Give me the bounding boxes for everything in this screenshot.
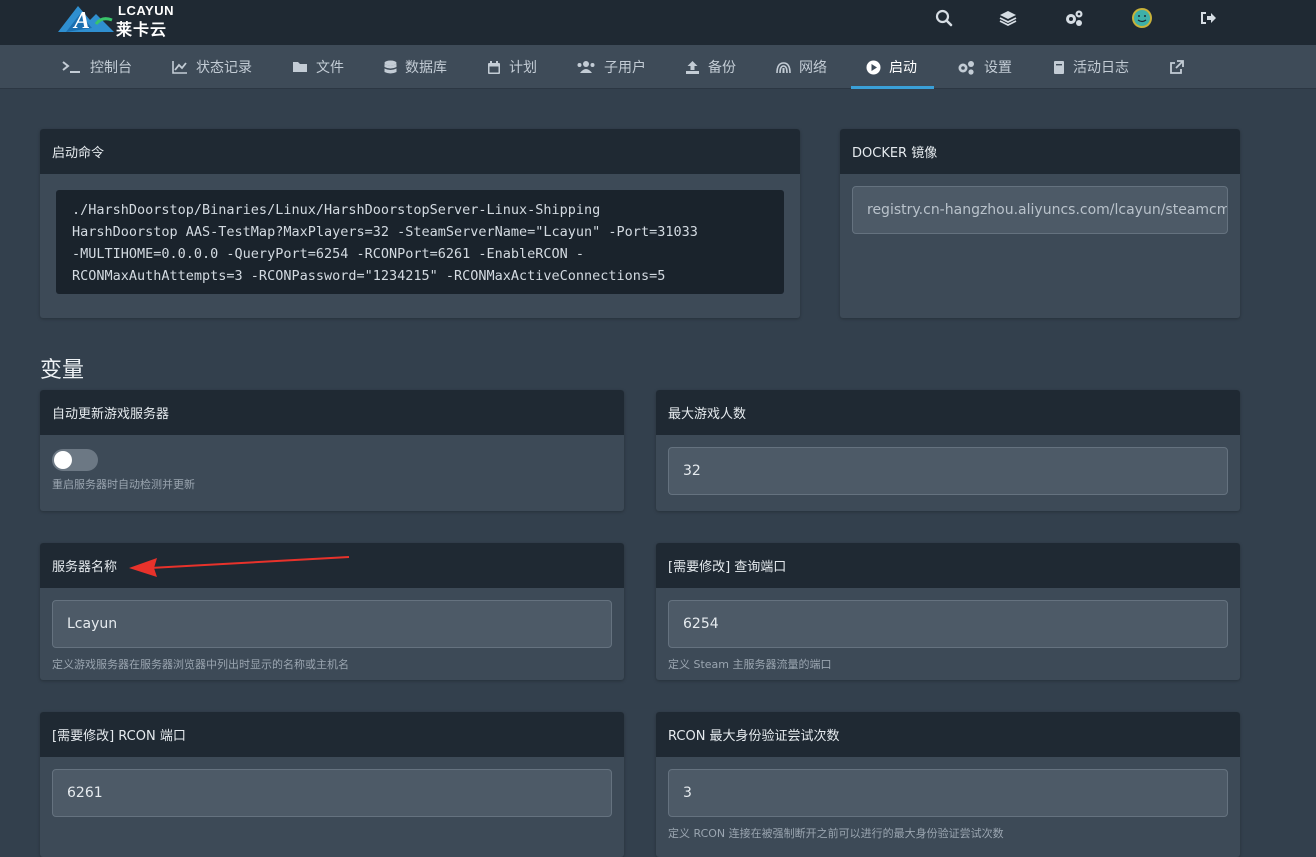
- help-text: 定义 RCON 连接在被强制断开之前可以进行的最大身份验证尝试次数: [668, 827, 1004, 840]
- tab-databases[interactable]: 数据库: [384, 45, 447, 89]
- tab-files[interactable]: 文件: [292, 45, 344, 89]
- terminal-icon: [62, 61, 80, 73]
- variables-heading: 变量: [40, 358, 85, 383]
- tab-startup[interactable]: 启动: [866, 45, 917, 89]
- command-line: RCONMaxAuthAttempts=3 -RCONPassword="123…: [72, 268, 666, 284]
- network-icon: [776, 62, 791, 74]
- panel-title: DOCKER 镜像: [840, 129, 1240, 174]
- tab-label: 设置: [984, 60, 1012, 76]
- tab-console[interactable]: 控制台: [62, 45, 132, 89]
- panel-title: [需要修改] 查询端口: [656, 543, 1240, 588]
- variable-auto-update: 自动更新游戏服务器 重启服务器时自动检测并更新: [40, 390, 624, 511]
- rcon-port-input[interactable]: 6261: [52, 769, 612, 817]
- help-text: 定义 Steam 主服务器流量的端口: [668, 658, 832, 671]
- command-line: HarshDoorstop AAS-TestMap?MaxPlayers=32 …: [72, 224, 698, 240]
- panel-title: [需要修改] RCON 端口: [40, 712, 624, 757]
- chart-icon: [172, 61, 187, 74]
- database-icon: [384, 60, 397, 73]
- toggle-knob: [54, 451, 72, 469]
- search-icon[interactable]: [934, 8, 954, 28]
- calendar-icon: [488, 60, 500, 74]
- docker-image-panel: DOCKER 镜像 registry.cn-hangzhou.aliyuncs.…: [840, 129, 1240, 318]
- tab-backups[interactable]: 备份: [685, 45, 736, 89]
- panel-title: 服务器名称: [40, 543, 624, 588]
- variable-rcon-max-attempts: RCON 最大身份验证尝试次数 3 定义 RCON 连接在被强制断开之前可以进行…: [656, 712, 1240, 857]
- tab-label: 文件: [316, 60, 344, 76]
- help-text: 定义游戏服务器在服务器浏览器中列出时显示的名称或主机名: [52, 658, 349, 671]
- brand-logo[interactable]: A LCAYUN 莱卡云: [56, 2, 196, 39]
- panel-title: RCON 最大身份验证尝试次数: [656, 712, 1240, 757]
- command-line: -MULTIHOME=0.0.0.0 -QueryPort=6254 -RCON…: [72, 246, 585, 262]
- startup-command-panel: 启动命令 ./HarshDoorstop/Binaries/Linux/Hars…: [40, 129, 800, 318]
- folder-icon: [293, 62, 307, 72]
- variable-server-name: 服务器名称 Lcayun 定义游戏服务器在服务器浏览器中列出时显示的名称或主机名: [40, 543, 624, 680]
- command-line: ./HarshDoorstop/Binaries/Linux/HarshDoor…: [72, 202, 601, 218]
- tab-label: 备份: [708, 60, 736, 76]
- brand-name-cn: 莱卡云: [116, 20, 168, 39]
- tab-schedules[interactable]: 计划: [487, 45, 537, 89]
- svg-text:A: A: [72, 8, 90, 34]
- panel-title: 最大游戏人数: [656, 390, 1240, 435]
- cogs-icon[interactable]: [1064, 8, 1084, 28]
- panel-title: 启动命令: [40, 129, 800, 174]
- docker-image-field[interactable]: registry.cn-hangzhou.aliyuncs.com/lcayun…: [852, 186, 1228, 234]
- layers-icon[interactable]: [998, 8, 1018, 28]
- top-bar: A LCAYUN 莱卡云: [0, 0, 1316, 45]
- tab-label: 计划: [509, 60, 537, 76]
- play-icon: [866, 60, 881, 74]
- tab-label: 子用户: [604, 60, 646, 76]
- tab-settings[interactable]: 设置: [957, 45, 1012, 89]
- tab-label: 活动日志: [1073, 60, 1129, 76]
- startup-command: ./HarshDoorstop/Binaries/Linux/HarshDoor…: [56, 190, 784, 294]
- rcon-attempts-input[interactable]: 3: [668, 769, 1228, 817]
- tab-label: 控制台: [90, 60, 132, 76]
- variable-rcon-port: [需要修改] RCON 端口 6261: [40, 712, 624, 857]
- upload-icon: [686, 60, 699, 74]
- book-icon: [1054, 60, 1064, 74]
- external-link-icon: [1170, 59, 1184, 74]
- tab-network[interactable]: 网络: [776, 45, 827, 89]
- tab-label: 状态记录: [196, 60, 252, 76]
- max-players-input[interactable]: 32: [668, 447, 1228, 495]
- tab-stats[interactable]: 状态记录: [172, 45, 252, 89]
- users-icon: [577, 61, 595, 73]
- server-name-input[interactable]: Lcayun: [52, 600, 612, 648]
- tab-label: 启动: [889, 60, 917, 76]
- tab-external-link[interactable]: [1169, 45, 1192, 89]
- sign-out-icon[interactable]: [1198, 8, 1218, 28]
- panel-title: 自动更新游戏服务器: [40, 390, 624, 435]
- logo-mark: A: [58, 6, 114, 34]
- variable-max-players: 最大游戏人数 32: [656, 390, 1240, 511]
- avatar[interactable]: [1131, 7, 1153, 29]
- main-nav: 控制台 状态记录 文件 数据库 计划 子用户 备份 网络 启动 设置 活动日志: [0, 45, 1316, 89]
- tab-label: 数据库: [405, 60, 447, 76]
- help-text: 重启服务器时自动检测并更新: [52, 478, 195, 491]
- query-port-input[interactable]: 6254: [668, 600, 1228, 648]
- variable-query-port: [需要修改] 查询端口 6254 定义 Steam 主服务器流量的端口: [656, 543, 1240, 680]
- active-tab-indicator: [851, 86, 934, 89]
- tab-subusers[interactable]: 子用户: [576, 45, 646, 89]
- tab-label: 网络: [799, 60, 827, 76]
- cogs-icon: [958, 60, 974, 75]
- auto-update-toggle[interactable]: [52, 449, 98, 471]
- tab-activity[interactable]: 活动日志: [1053, 45, 1129, 89]
